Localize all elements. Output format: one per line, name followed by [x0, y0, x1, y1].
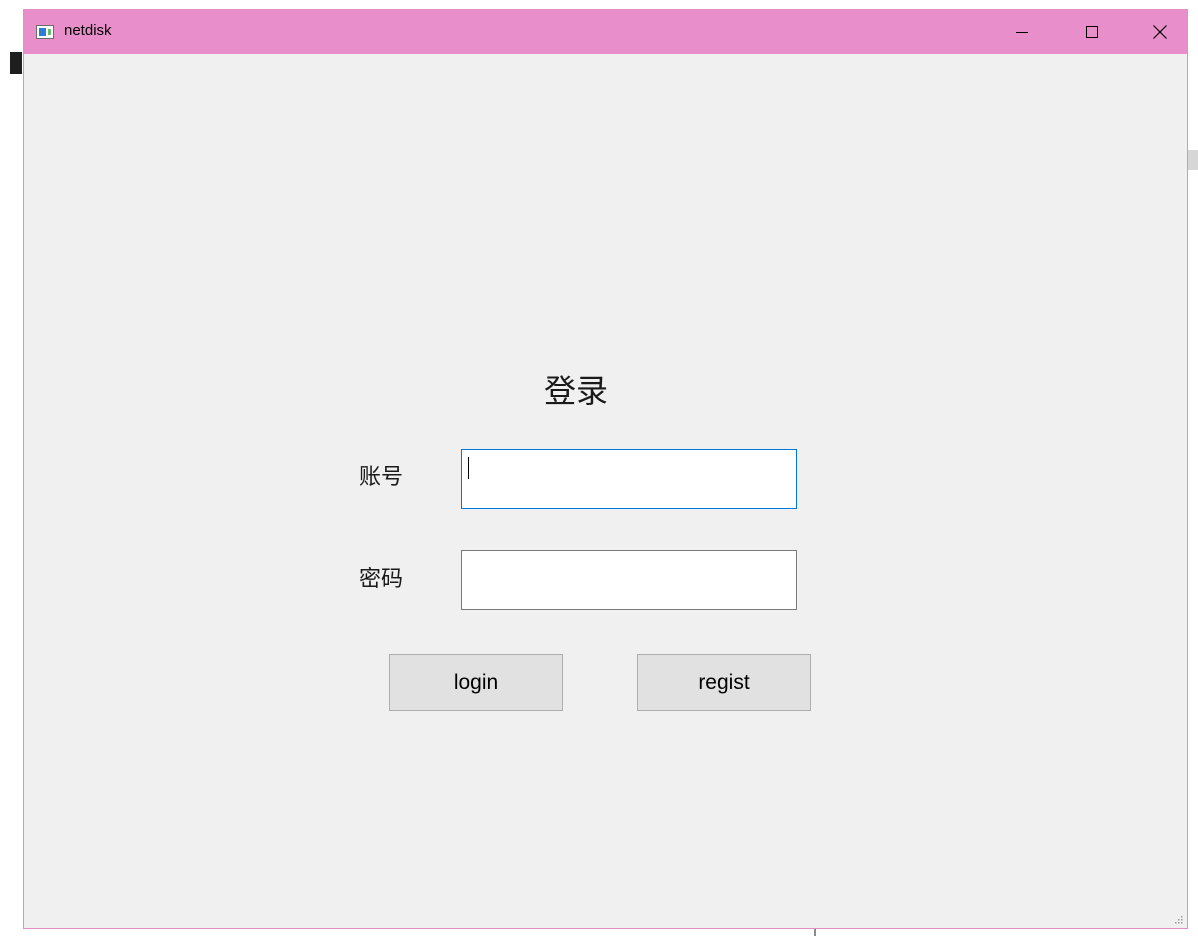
netdisk-window: netdisk 登录 账号 密码 login regist [23, 9, 1188, 929]
minimize-icon [1016, 32, 1028, 33]
close-button[interactable] [1137, 10, 1183, 54]
title-bar[interactable]: netdisk [24, 10, 1187, 54]
regist-button[interactable]: regist [637, 654, 811, 711]
account-input[interactable] [461, 449, 797, 509]
minimize-button[interactable] [999, 10, 1045, 54]
background-window-edge [10, 52, 22, 74]
background-window-edge-bottom [814, 928, 816, 936]
text-caret [468, 457, 469, 479]
account-label: 账号 [359, 465, 404, 490]
background-window-edge-right [1188, 150, 1198, 170]
app-icon[interactable] [36, 25, 54, 39]
window-title: netdisk [64, 22, 112, 39]
maximize-button[interactable] [1069, 10, 1115, 54]
maximize-icon [1086, 26, 1098, 38]
login-button[interactable]: login [389, 654, 563, 711]
close-icon [1153, 25, 1167, 39]
password-input[interactable] [461, 550, 797, 610]
password-label: 密码 [359, 567, 404, 592]
login-heading: 登录 [544, 372, 609, 410]
resize-grip-icon[interactable] [1173, 914, 1183, 924]
login-panel: 登录 账号 密码 login regist [24, 54, 1187, 928]
desktop-background: netdisk 登录 账号 密码 login regist [0, 0, 1198, 936]
